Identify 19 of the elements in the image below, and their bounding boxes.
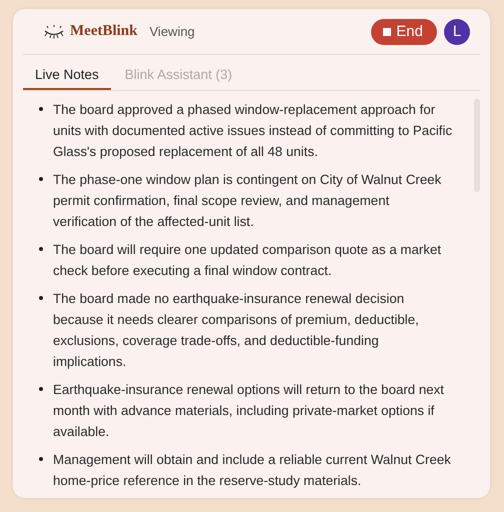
note-text: The board approved a phased window-replacement approach for units with documented active issues instead of committing to Pacific Glass's proposed replacement of all 48 units.	[53, 101, 453, 161]
brand-name: MeetBlink	[70, 23, 138, 40]
bullet-icon	[39, 387, 43, 391]
avatar[interactable]: L	[444, 18, 470, 44]
bullet-icon	[39, 247, 43, 251]
end-button[interactable]: End	[371, 18, 437, 44]
note-text: The phase-one window plan is contingent on City of Walnut Creek permit confirmation, final scope review, and management verification of the affected-unit list.	[53, 171, 442, 231]
tab[interactable]: Live Notes	[23, 67, 111, 90]
bullet-icon	[39, 457, 43, 461]
bullet-icon	[39, 177, 43, 181]
note-text: Management will obtain and include a reliable current Walnut Creek home-price reference in the reserve-study materials.	[53, 451, 452, 490]
status-label: Viewing	[150, 24, 195, 39]
note-text: The board made no earthquake-insurance renewal decision because it needs clearer comparisons of premium, deductible, exclusions, coverage trade-offs, and deductible-funding implications.	[53, 290, 420, 371]
eye-icon	[43, 24, 65, 38]
note-text: The board will require one updated comparison quote as a market check before executing a final window contract.	[53, 241, 442, 280]
note-text: Earthquake-insurance renewal options will return to the board next month with advance materials, including private-market options if available.	[53, 381, 446, 441]
bullet-icon	[39, 107, 43, 111]
stop-icon	[383, 28, 392, 36]
bullet-icon	[39, 296, 43, 300]
